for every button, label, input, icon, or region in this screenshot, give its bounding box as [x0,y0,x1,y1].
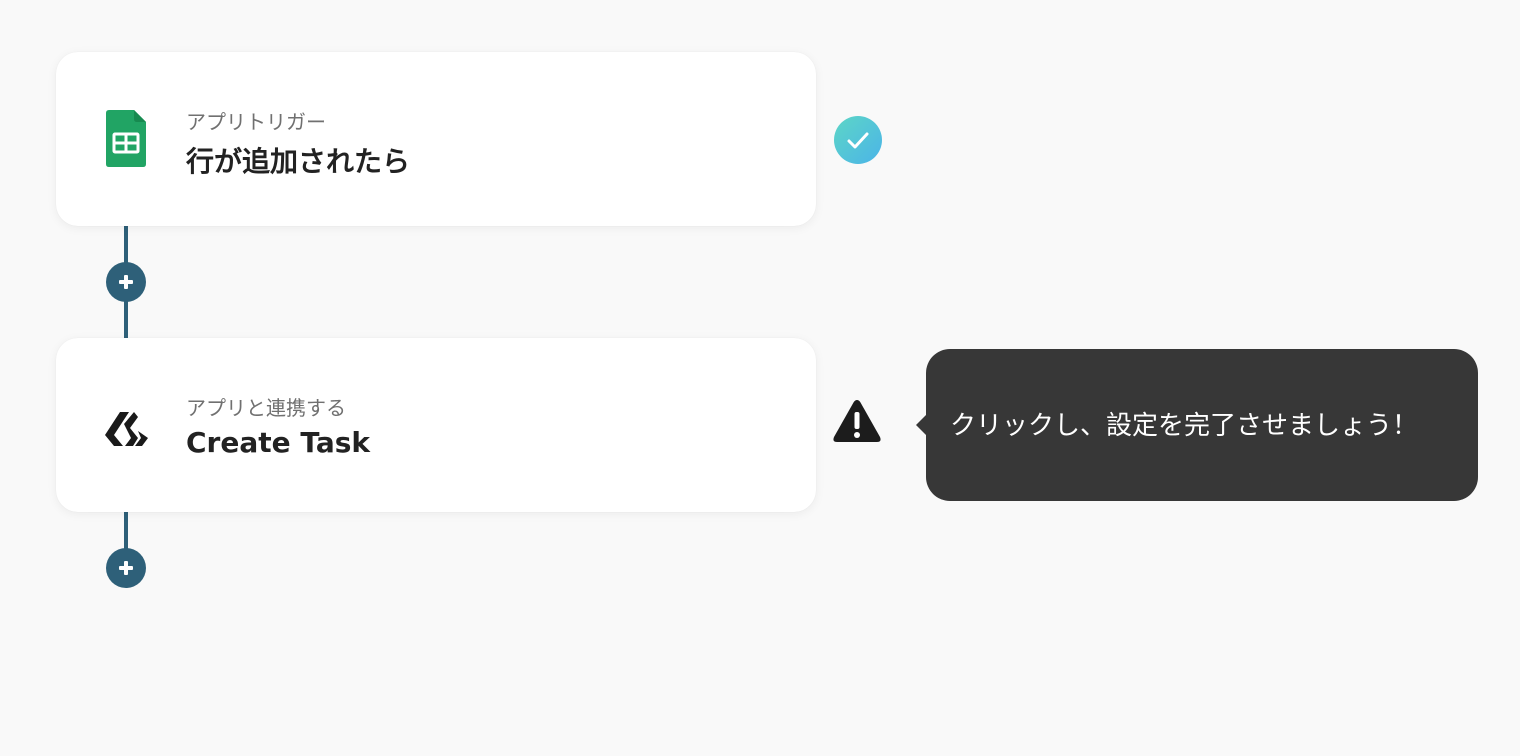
add-step-button[interactable] [106,262,146,302]
task-app-logo-icon [105,412,148,446]
setup-hint-tooltip: クリックし、設定を完了させましょう！ [926,349,1478,501]
step-title: Create Task [186,426,371,459]
step-title: 行が追加されたら [186,145,411,178]
google-sheets-icon [106,110,146,167]
warning-icon [833,400,881,442]
add-step-button[interactable] [106,548,146,588]
step-type-label: アプリと連携する [186,396,346,420]
flow-connector-line [124,512,128,552]
step-type-label: アプリトリガー [186,110,326,134]
flow-step-action-card[interactable]: アプリと連携する Create Task [56,338,816,512]
tooltip-text: クリックし、設定を完了させましょう！ [950,411,1419,441]
step-complete-check-icon [834,116,882,164]
flow-step-trigger-card[interactable]: アプリトリガー 行が追加されたら [56,52,816,226]
